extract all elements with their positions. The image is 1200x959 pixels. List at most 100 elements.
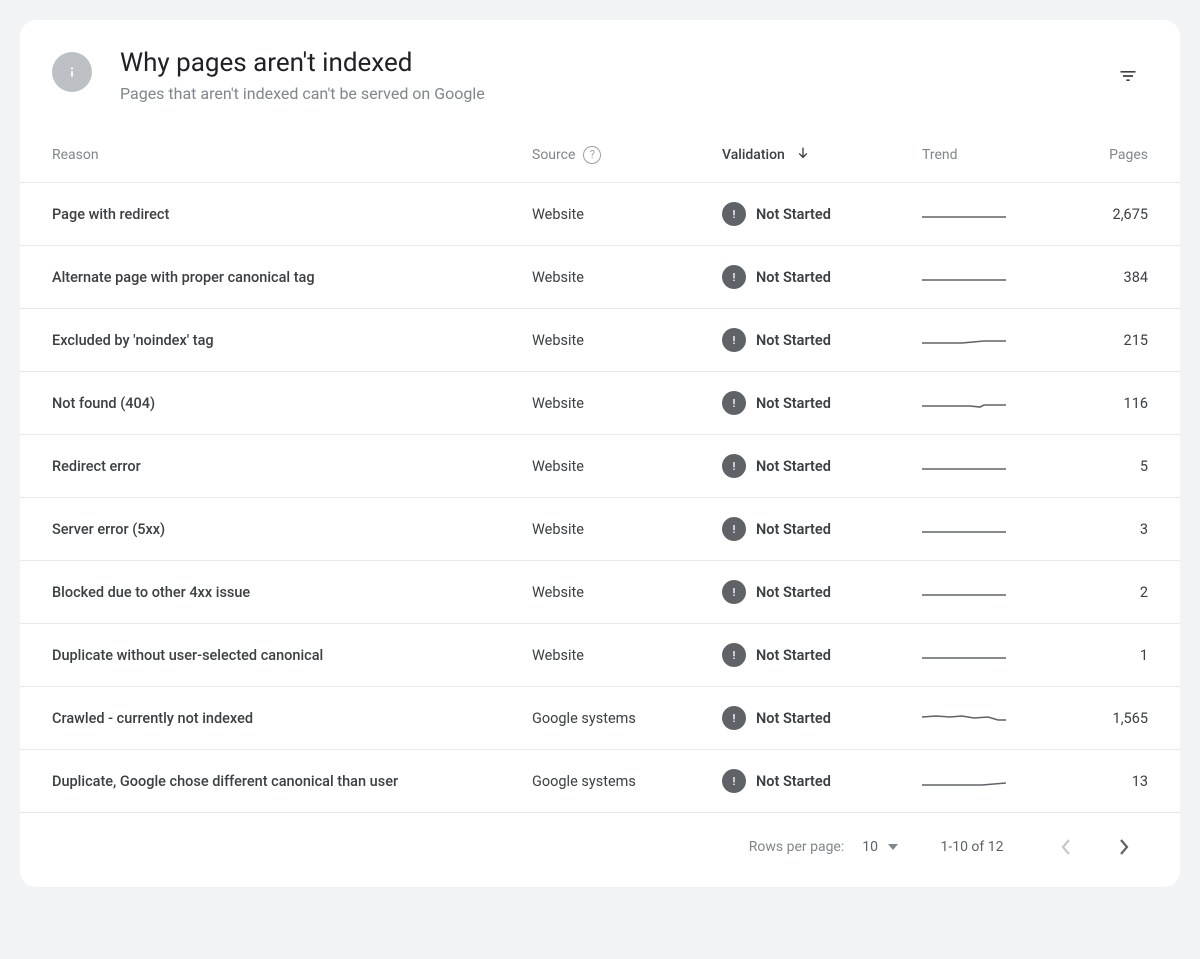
table-footer: Rows per page: 10 1-10 of 12 — [20, 813, 1180, 887]
validation-status: Not Started — [756, 332, 831, 349]
cell-trend — [922, 648, 1052, 662]
page-range: 1-10 of 12 — [932, 839, 1012, 855]
table-row[interactable]: Not found (404)WebsiteNot Started116 — [20, 372, 1180, 435]
cell-source: Website — [532, 206, 722, 223]
page-title: Why pages aren't indexed — [120, 48, 1080, 78]
col-header-trend[interactable]: Trend — [922, 147, 1052, 163]
validation-status: Not Started — [756, 584, 831, 601]
col-header-pages[interactable]: Pages — [1052, 147, 1148, 163]
cell-source: Website — [532, 584, 722, 601]
exclamation-icon — [722, 202, 746, 226]
cell-source: Website — [532, 521, 722, 538]
cell-source: Google systems — [532, 773, 722, 790]
pagination-nav — [1046, 827, 1144, 867]
col-header-reason[interactable]: Reason — [52, 147, 532, 163]
validation-status: Not Started — [756, 269, 831, 286]
cell-reason: Alternate page with proper canonical tag — [52, 269, 532, 286]
cell-reason: Duplicate, Google chose different canoni… — [52, 773, 532, 790]
cell-validation: Not Started — [722, 769, 922, 793]
exclamation-icon — [722, 580, 746, 604]
cell-reason: Crawled - currently not indexed — [52, 710, 532, 727]
cell-trend — [922, 459, 1052, 473]
sparkline — [922, 207, 1006, 221]
prev-page-button[interactable] — [1046, 827, 1086, 867]
indexing-reasons-card: Why pages aren't indexed Pages that aren… — [20, 20, 1180, 887]
exclamation-icon — [722, 391, 746, 415]
cell-pages: 1,565 — [1052, 710, 1148, 727]
exclamation-icon — [722, 328, 746, 352]
cell-reason: Page with redirect — [52, 206, 532, 223]
cell-trend — [922, 396, 1052, 410]
exclamation-icon — [722, 265, 746, 289]
sparkline — [922, 585, 1006, 599]
exclamation-icon — [722, 706, 746, 730]
exclamation-icon — [722, 769, 746, 793]
cell-trend — [922, 522, 1052, 536]
col-header-validation[interactable]: Validation — [722, 145, 922, 165]
cell-pages: 215 — [1052, 332, 1148, 349]
table-row[interactable]: Redirect errorWebsiteNot Started5 — [20, 435, 1180, 498]
exclamation-icon — [722, 454, 746, 478]
table-body: Page with redirectWebsiteNot Started2,67… — [20, 183, 1180, 813]
validation-status: Not Started — [756, 647, 831, 664]
validation-status: Not Started — [756, 458, 831, 475]
cell-pages: 2,675 — [1052, 206, 1148, 223]
sparkline — [922, 396, 1006, 410]
rows-per-page: Rows per page: 10 — [749, 839, 898, 855]
table-row[interactable]: Blocked due to other 4xx issueWebsite Not… — [20, 561, 1180, 624]
cell-pages: 384 — [1052, 269, 1148, 286]
caret-down-icon — [888, 844, 898, 850]
table-row[interactable]: Duplicate without user-selected canonica… — [20, 624, 1180, 687]
sparkline — [922, 711, 1006, 725]
cell-source: Website — [532, 458, 722, 475]
table-row[interactable]: Duplicate, Google chose different canoni… — [20, 750, 1180, 813]
filter-button[interactable] — [1108, 56, 1148, 96]
filter-list-icon — [1118, 66, 1138, 86]
cell-reason: Duplicate without user-selected canonica… — [52, 647, 532, 664]
page-subtitle: Pages that aren't indexed can't be serve… — [120, 84, 1080, 103]
rows-per-page-select[interactable]: 10 — [862, 839, 898, 855]
cell-pages: 3 — [1052, 521, 1148, 538]
cell-pages: 1 — [1052, 647, 1148, 664]
cell-trend — [922, 585, 1052, 599]
cell-validation: Not Started — [722, 580, 922, 604]
cell-trend — [922, 774, 1052, 788]
sparkline — [922, 774, 1006, 788]
cell-source: Website — [532, 332, 722, 349]
cell-reason: Blocked due to other 4xx issue — [52, 584, 532, 601]
cell-validation: Not Started — [722, 202, 922, 226]
header-text: Why pages aren't indexed Pages that aren… — [120, 48, 1080, 103]
cell-validation: Not Started — [722, 328, 922, 352]
cell-source: Website — [532, 269, 722, 286]
cell-pages: 13 — [1052, 773, 1148, 790]
next-page-button[interactable] — [1104, 827, 1144, 867]
cell-reason: Not found (404) — [52, 395, 532, 412]
cell-validation: Not Started — [722, 454, 922, 478]
table-row[interactable]: Excluded by 'noindex' tagWebsite Not Star… — [20, 309, 1180, 372]
table-row[interactable]: Server error (5xx)WebsiteNot Started3 — [20, 498, 1180, 561]
col-header-source[interactable]: Source ? — [532, 146, 722, 164]
cell-source: Website — [532, 647, 722, 664]
cell-source: Google systems — [532, 710, 722, 727]
rows-per-page-value: 10 — [862, 839, 878, 855]
cell-pages: 116 — [1052, 395, 1148, 412]
cell-reason: Excluded by 'noindex' tag — [52, 332, 532, 349]
card-header: Why pages aren't indexed Pages that aren… — [20, 20, 1180, 127]
exclamation-icon — [722, 517, 746, 541]
exclamation-icon — [722, 643, 746, 667]
cell-reason: Server error (5xx) — [52, 521, 532, 538]
sparkline — [922, 648, 1006, 662]
cell-reason: Redirect error — [52, 458, 532, 475]
cell-validation: Not Started — [722, 706, 922, 730]
validation-status: Not Started — [756, 206, 831, 223]
cell-validation: Not Started — [722, 265, 922, 289]
sparkline — [922, 333, 1006, 347]
cell-trend — [922, 270, 1052, 284]
table-row[interactable]: Page with redirectWebsite Not Started 2,67… — [20, 183, 1180, 246]
table-row[interactable]: Crawled - currently not indexedGoogle sy… — [20, 687, 1180, 750]
sparkline — [922, 459, 1006, 473]
validation-status: Not Started — [756, 773, 831, 790]
help-icon[interactable]: ? — [583, 146, 601, 164]
table-header-row: Reason Source ? Validation Trend Pages — [20, 127, 1180, 183]
table-row[interactable]: Alternate page with proper canonical tag… — [20, 246, 1180, 309]
